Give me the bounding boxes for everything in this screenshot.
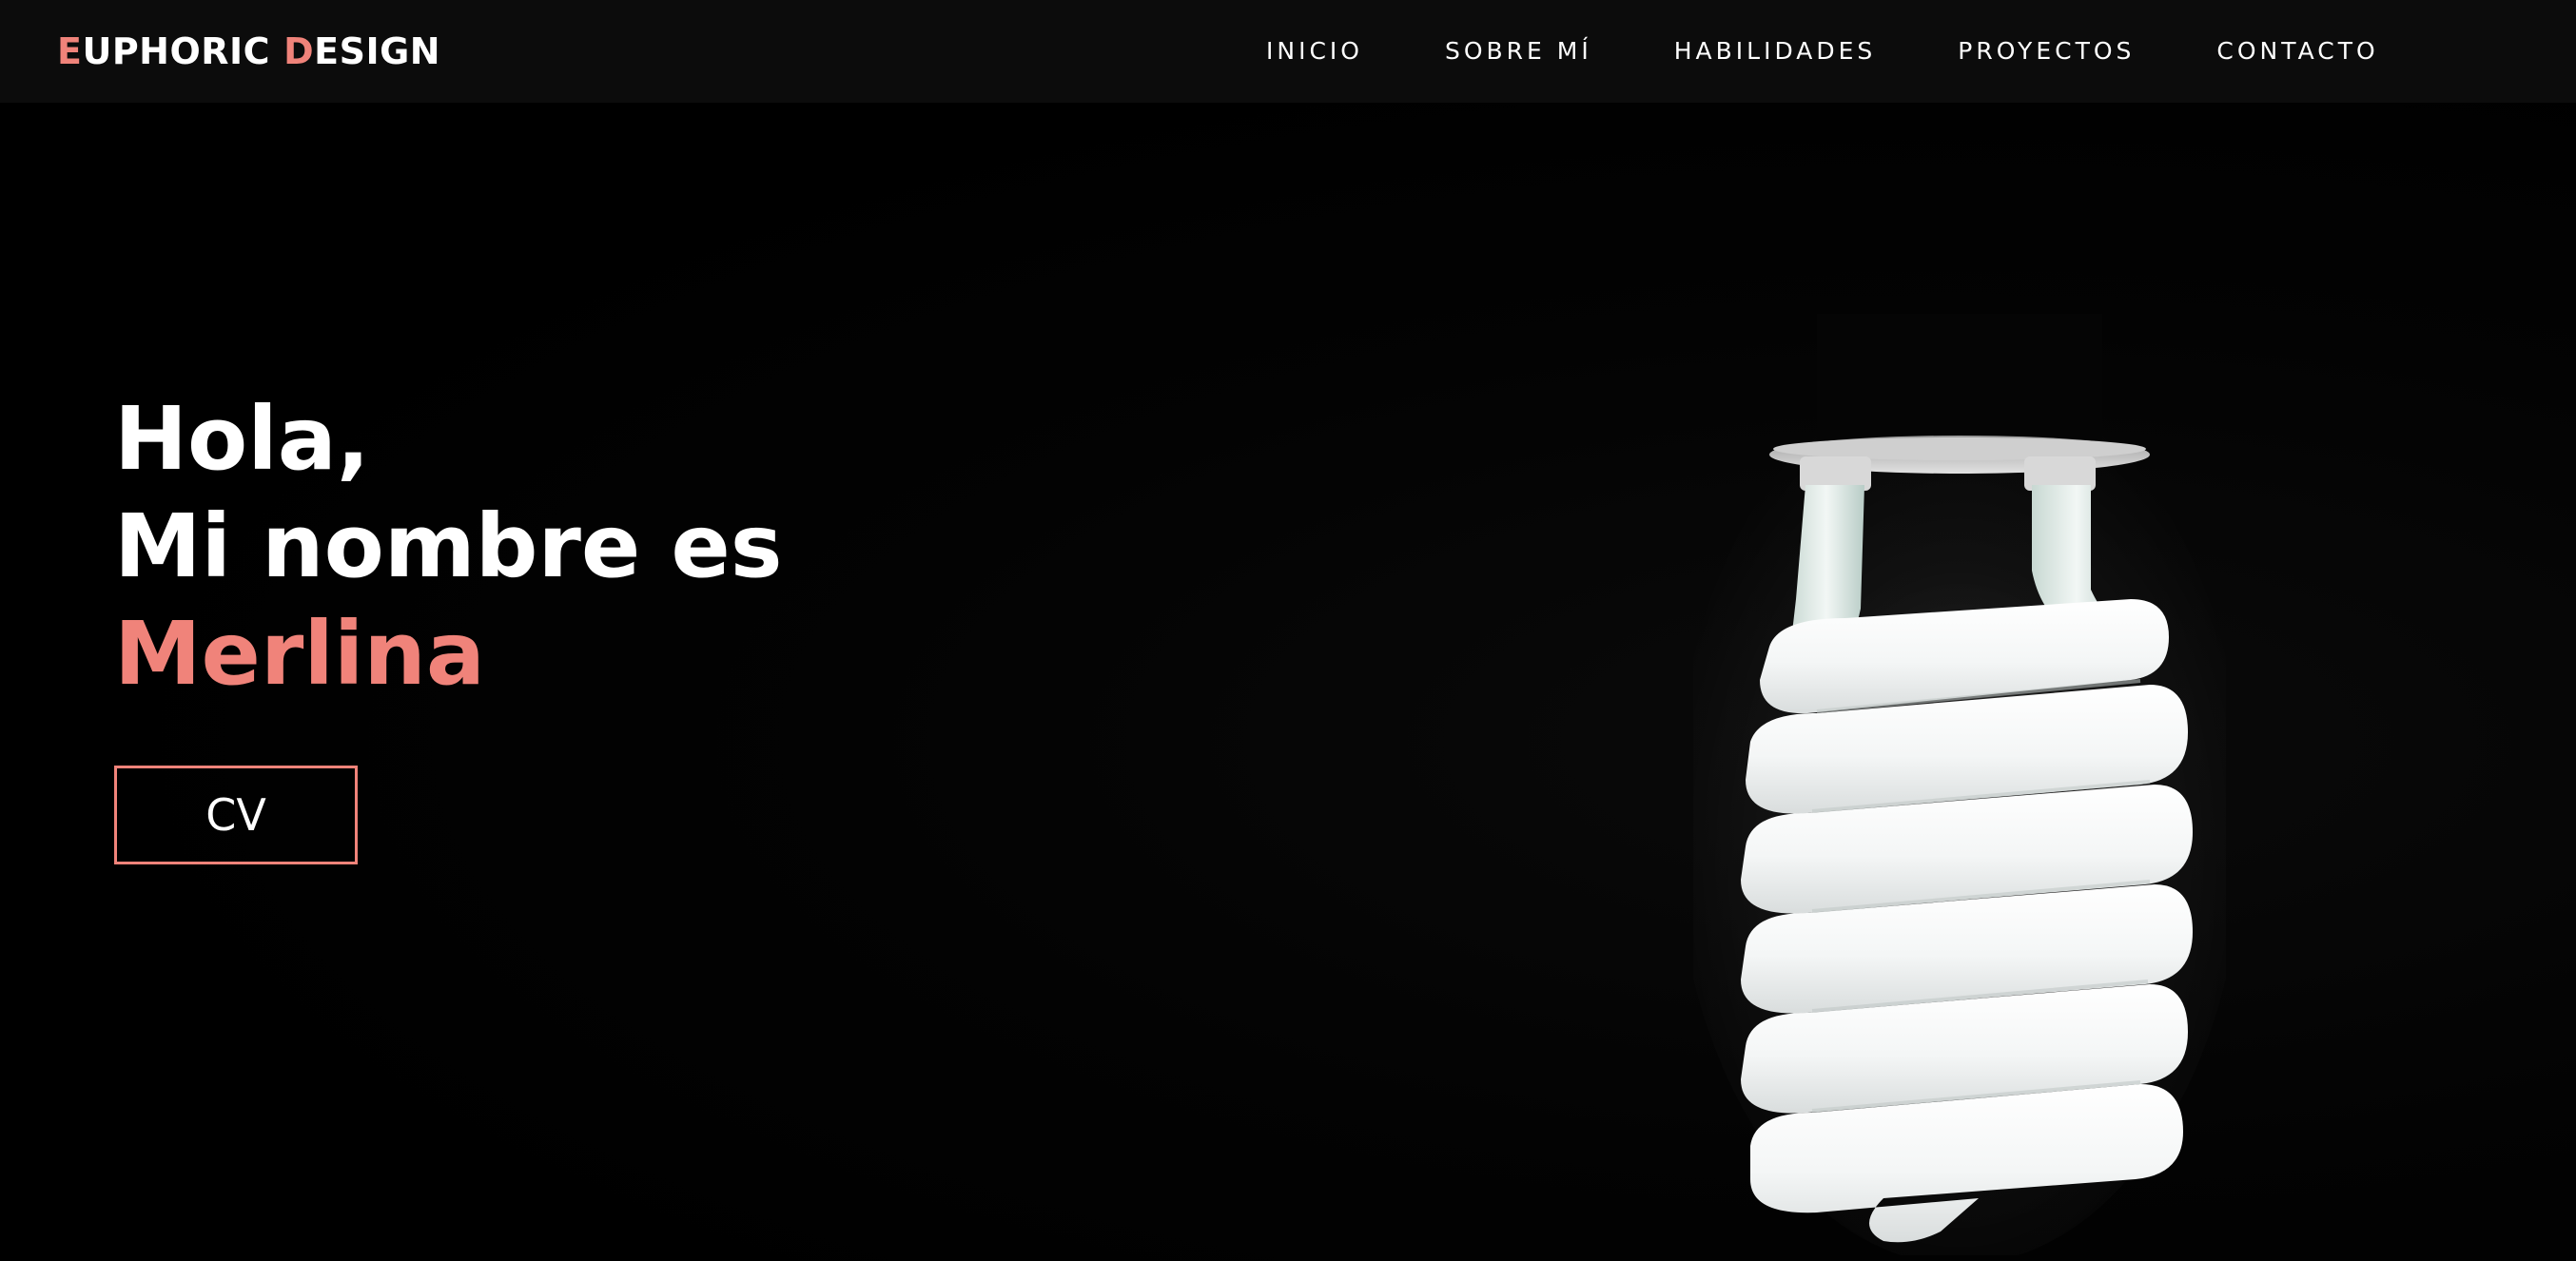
nav-item-habilidades[interactable]: HABILIDADES: [1674, 34, 1877, 68]
cv-button[interactable]: CV: [114, 766, 358, 864]
nav-item-contacto[interactable]: CONTACTO: [2216, 34, 2378, 68]
nav-item-inicio[interactable]: INICIO: [1266, 34, 1363, 68]
nav-item-proyectos[interactable]: PROYECTOS: [1958, 34, 2135, 68]
main-nav: INICIO SOBRE MÍ HABILIDADES PROYECTOS CO…: [1266, 34, 2461, 68]
navbar: EUPHORIC DESIGN INICIO SOBRE MÍ HABILIDAD…: [0, 0, 2576, 103]
brand-initial-e: E: [57, 30, 83, 72]
brand-logo[interactable]: EUPHORIC DESIGN: [57, 29, 440, 74]
brand-word-design: ESIGN: [314, 30, 441, 72]
hero-intro: Mi nombre es: [114, 495, 783, 597]
brand-initial-d: D: [283, 30, 315, 72]
hero-greeting: Hola,: [114, 388, 370, 490]
nav-item-sobre-mi[interactable]: SOBRE MÍ: [1445, 34, 1592, 68]
hero-name: Merlina: [114, 603, 485, 705]
brand-word-euphoric: UPHORIC: [82, 30, 271, 72]
lightbulb-image: [1693, 314, 2226, 1255]
hero-headline: Hola, Mi nombre es Merlina: [114, 385, 783, 708]
